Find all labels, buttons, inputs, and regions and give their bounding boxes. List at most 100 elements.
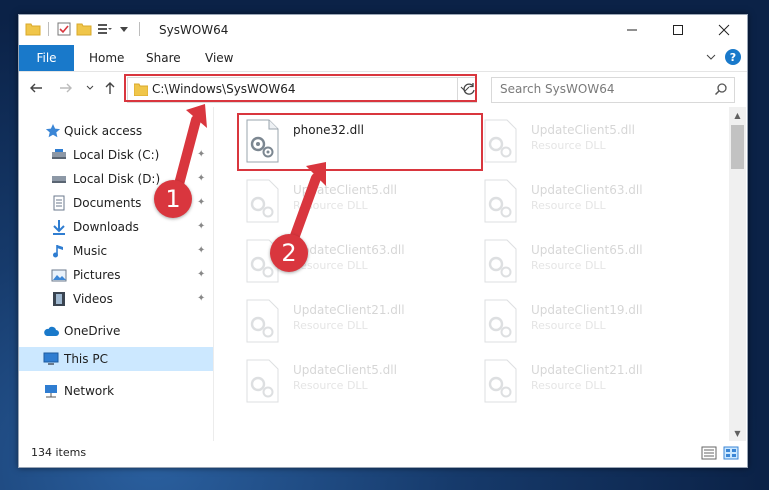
- tiles-view-icon[interactable]: [723, 446, 739, 460]
- file-name: UpdateClient21.dll: [293, 303, 405, 317]
- up-arrow-icon: [105, 82, 115, 94]
- sidebar-item-label: Music: [73, 244, 108, 258]
- minimize-icon: [627, 29, 637, 31]
- back-button[interactable]: [27, 79, 45, 97]
- maximize-button[interactable]: [655, 15, 701, 45]
- pin-icon: ✦: [197, 197, 206, 208]
- sidebar-item-network[interactable]: Network: [19, 379, 213, 403]
- tab-share[interactable]: Share: [146, 45, 181, 71]
- status-bar: 134 items: [19, 441, 747, 467]
- navigation-bar: C:\Windows\SysWOW64 Search SysWOW64: [19, 71, 747, 107]
- chevron-down-icon: [86, 85, 94, 90]
- scrollbar-thumb[interactable]: [731, 125, 744, 169]
- file-tile[interactable]: UpdateClient5.dll Resource DLL: [237, 173, 469, 229]
- file-tile[interactable]: UpdateClient21.dll Resource DLL: [475, 353, 707, 409]
- sidebar-item-label: Downloads: [73, 220, 139, 234]
- dll-file-icon: [484, 359, 517, 403]
- download-icon: [53, 220, 65, 235]
- expand-ribbon-icon[interactable]: [705, 51, 717, 63]
- sidebar-item-label: Quick access: [64, 124, 143, 138]
- dll-file-icon: [484, 299, 517, 343]
- up-button[interactable]: [101, 79, 119, 97]
- sidebar-item-this-pc[interactable]: This PC: [19, 347, 213, 371]
- dll-file-icon: [246, 299, 279, 343]
- sidebar-item-videos[interactable]: Videos ✦: [19, 287, 213, 311]
- pin-icon: ✦: [197, 245, 206, 256]
- drive-icon: [52, 149, 66, 159]
- file-name: UpdateClient65.dll: [531, 243, 643, 257]
- toolbar-divider: [48, 22, 49, 36]
- dll-file-icon: [484, 119, 517, 163]
- file-name: UpdateClient21.dll: [531, 363, 643, 377]
- new-folder-icon[interactable]: [76, 21, 92, 37]
- chevron-down-icon[interactable]: [116, 21, 132, 37]
- file-type: Resource DLL: [293, 199, 368, 212]
- sidebar-item-label: Local Disk (C:): [73, 148, 160, 162]
- window-title: SysWOW64: [159, 23, 229, 37]
- sidebar-item-local-disk-c[interactable]: Local Disk (C:) ✦: [19, 143, 213, 167]
- file-highlight-box: [237, 113, 483, 171]
- file-tile[interactable]: UpdateClient63.dll Resource DLL: [475, 173, 707, 229]
- search-input[interactable]: Search SysWOW64: [491, 77, 735, 103]
- pin-icon: ✦: [197, 149, 206, 160]
- pictures-icon: [51, 269, 67, 282]
- navigation-pane: Quick access Local Disk (C:) ✦ Local Dis…: [19, 107, 214, 441]
- sidebar-item-downloads[interactable]: Downloads ✦: [19, 215, 213, 239]
- documents-icon: [53, 195, 65, 211]
- search-icon: [714, 83, 727, 96]
- videos-icon: [53, 292, 65, 306]
- scroll-up-button[interactable]: ▲: [729, 107, 746, 123]
- toolbar-divider: [139, 22, 140, 36]
- pin-icon: ✦: [197, 293, 206, 304]
- properties-icon[interactable]: [56, 21, 72, 37]
- address-highlight-box: [124, 74, 477, 102]
- recent-locations-button[interactable]: [81, 79, 99, 97]
- sidebar-item-pictures[interactable]: Pictures ✦: [19, 263, 213, 287]
- tab-view[interactable]: View: [205, 45, 233, 71]
- step-2-badge: 2: [270, 234, 308, 272]
- sidebar-item-music[interactable]: Music ✦: [19, 239, 213, 263]
- vertical-scrollbar[interactable]: ▲ ▼: [729, 107, 746, 441]
- file-tile[interactable]: UpdateClient65.dll Resource DLL: [475, 233, 707, 289]
- file-tile[interactable]: UpdateClient19.dll Resource DLL: [475, 293, 707, 349]
- item-count: 134 items: [31, 446, 87, 459]
- file-type: Resource DLL: [293, 319, 368, 332]
- minimize-button[interactable]: [609, 15, 655, 45]
- file-name: UpdateClient63.dll: [531, 183, 643, 197]
- star-icon: [45, 124, 61, 138]
- tab-file[interactable]: File: [19, 45, 74, 71]
- details-view-icon[interactable]: [701, 446, 717, 460]
- file-tile[interactable]: UpdateClient5.dll Resource DLL: [237, 353, 469, 409]
- sidebar-item-label: Network: [64, 384, 115, 398]
- sidebar-item-onedrive[interactable]: OneDrive: [19, 319, 213, 343]
- dll-file-icon: [246, 359, 279, 403]
- forward-button[interactable]: [57, 79, 75, 97]
- sidebar-item-label: Pictures: [73, 268, 121, 282]
- pin-icon: ✦: [197, 269, 206, 280]
- tab-home[interactable]: Home: [89, 45, 124, 71]
- quick-access-toolbar: [25, 21, 143, 37]
- file-type: Resource DLL: [531, 139, 606, 152]
- sidebar-item-label: OneDrive: [64, 324, 121, 338]
- customize-toolbar-icon[interactable]: [96, 21, 112, 37]
- file-name: UpdateClient63.dll: [293, 243, 405, 257]
- sidebar-item-quick-access[interactable]: Quick access: [19, 119, 213, 143]
- dll-file-icon: [484, 239, 517, 283]
- close-button[interactable]: [701, 15, 747, 45]
- file-tile[interactable]: UpdateClient21.dll Resource DLL: [237, 293, 469, 349]
- file-name: UpdateClient19.dll: [531, 303, 643, 317]
- sidebar-item-label: Documents: [73, 196, 142, 210]
- maximize-icon: [673, 25, 683, 35]
- pin-icon: ✦: [197, 221, 206, 232]
- folder-icon: [25, 23, 41, 36]
- help-button[interactable]: ?: [725, 49, 741, 65]
- file-tile[interactable]: UpdateClient5.dll Resource DLL: [475, 113, 707, 169]
- title-bar: SysWOW64: [19, 15, 747, 45]
- cloud-icon: [44, 326, 59, 336]
- file-name: UpdateClient5.dll: [293, 183, 397, 197]
- dll-file-icon: [484, 179, 517, 223]
- file-type: Resource DLL: [531, 199, 606, 212]
- scroll-down-button[interactable]: ▼: [729, 425, 746, 441]
- sidebar-item-label: Local Disk (D:): [73, 172, 161, 186]
- forward-arrow-icon: [60, 83, 72, 93]
